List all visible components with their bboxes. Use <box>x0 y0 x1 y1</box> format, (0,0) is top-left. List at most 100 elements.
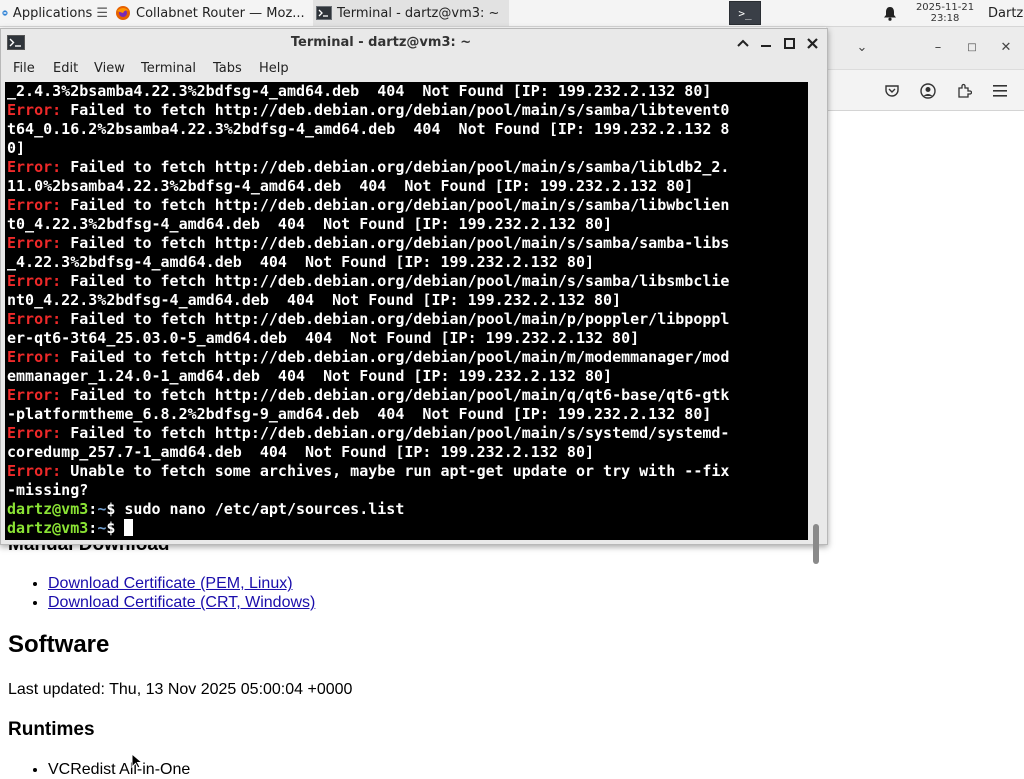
error-message: Failed to fetch http://deb.debian.org/de… <box>61 272 730 290</box>
download-crt-link[interactable]: Download Certificate (CRT, Windows) <box>48 594 315 611</box>
error-label: Error: <box>7 234 62 252</box>
error-line: Error: Failed to fetch http://deb.debian… <box>7 310 729 328</box>
error-line: Error: Failed to fetch http://deb.debian… <box>7 272 729 290</box>
error-message: Failed to fetch http://deb.debian.org/de… <box>61 101 730 119</box>
terminal-output[interactable]: _2.4.3%2bsamba4.22.3%2bdfsg-4_amd64.deb … <box>5 82 808 540</box>
clock-time: 23:18 <box>930 13 960 24</box>
shade-chevron-up-icon[interactable] <box>734 34 752 52</box>
output-line: t0_4.22.3%2bdfsg-4_amd64.deb 404 Not Fou… <box>7 215 613 233</box>
certificate-link-list: Download Certificate (PEM, Linux) Downlo… <box>8 574 315 612</box>
download-pem-link[interactable]: Download Certificate (PEM, Linux) <box>48 575 293 592</box>
error-label: Error: <box>7 310 62 328</box>
list-item: Download Certificate (PEM, Linux) <box>48 574 315 593</box>
terminal-titlebar[interactable]: Terminal - dartz@vm3: ~ <box>1 29 827 57</box>
error-label: Error: <box>7 386 62 404</box>
firefox-icon <box>116 6 130 20</box>
error-label: Error: <box>7 272 62 290</box>
prompt-line: dartz@vm3:~$ <box>7 519 134 537</box>
user-menu[interactable]: Dartz <box>984 0 1024 26</box>
list-item[interactable]: VCRedist All-in-One <box>48 760 190 779</box>
panel-clock[interactable]: 2025-11-21 23:18 <box>906 0 984 26</box>
error-label: Error: <box>7 196 62 214</box>
terminal-text: _2.4.3%2bsamba4.22.3%2bdfsg-4_amd64.deb … <box>5 82 808 538</box>
terminal-window: Terminal - dartz@vm3: ~ File Edit View T… <box>0 28 828 564</box>
software-heading: Software <box>8 631 110 658</box>
error-message: Failed to fetch http://deb.debian.org/de… <box>61 424 730 442</box>
minimize-icon[interactable] <box>757 34 775 52</box>
output-line: t64_0.16.2%2bsamba4.22.3%2bdfsg-4_amd64.… <box>7 120 730 138</box>
taskbar-item-label: Collabnet Router — Moz... <box>136 5 305 21</box>
error-label: Error: <box>7 158 62 176</box>
output-line: _4.22.3%2bdfsg-4_amd64.deb 404 Not Found… <box>7 253 594 271</box>
prompt-user: dartz@vm3 <box>7 519 89 537</box>
error-message: Failed to fetch http://deb.debian.org/de… <box>61 386 730 404</box>
output-line: er-qt6-3t64_25.03.0-5_amd64.deb 404 Not … <box>7 329 640 347</box>
taskbar-item-firefox[interactable]: Collabnet Router — Moz... <box>112 0 312 26</box>
runtimes-heading: Runtimes <box>8 719 95 740</box>
list-all-tabs-chevron-down-icon[interactable]: ⌄ <box>852 37 872 57</box>
error-line: Error: Failed to fetch http://deb.debian… <box>7 424 729 442</box>
prompt-directory: ~ <box>97 500 107 518</box>
menu-edit[interactable]: Edit <box>53 57 78 81</box>
text-cursor <box>124 519 134 536</box>
error-message: Failed to fetch http://deb.debian.org/de… <box>61 234 730 252</box>
taskbar-item-terminal[interactable]: Terminal - dartz@vm3: ~ <box>313 0 509 26</box>
output-line: -missing? <box>7 481 89 499</box>
error-message: Failed to fetch http://deb.debian.org/de… <box>61 158 730 176</box>
error-line: Error: Failed to fetch http://deb.debian… <box>7 386 729 404</box>
output-line: nt0_4.22.3%2bdfsg-4_amd64.deb 404 Not Fo… <box>7 291 622 309</box>
terminal-scrollbar[interactable] <box>809 82 823 564</box>
menu-tabs[interactable]: Tabs <box>213 57 242 81</box>
top-panel: Applications ☰ Collabnet Router — Moz...… <box>0 0 1024 27</box>
taskbar-item-label: Terminal - dartz@vm3: ~ <box>337 5 500 21</box>
mouse-pointer-icon <box>131 753 144 769</box>
error-line: Error: Failed to fetch http://deb.debian… <box>7 234 729 252</box>
prompt-user: dartz@vm3 <box>7 500 89 518</box>
prompt-command: sudo nano /etc/apt/sources.list <box>124 500 405 518</box>
error-line: Error: Failed to fetch http://deb.debian… <box>7 158 729 176</box>
user-name: Dartz <box>988 5 1024 21</box>
error-line: Error: Unable to fetch some archives, ma… <box>7 462 729 480</box>
prompt-line: dartz@vm3:~$ sudo nano /etc/apt/sources.… <box>7 500 405 518</box>
output-line: emmanager_1.24.0-1_amd64.deb 404 Not Fou… <box>7 367 613 385</box>
hamburger-menu-icon[interactable] <box>989 80 1011 102</box>
error-label: Error: <box>7 424 62 442</box>
error-label: Error: <box>7 101 62 119</box>
firefox-toolbar <box>826 70 1024 111</box>
output-line: _2.4.3%2bsamba4.22.3%2bdfsg-4_amd64.deb … <box>7 82 712 100</box>
webpage-content: Manual Download Download Certificate (PE… <box>0 534 1024 778</box>
extensions-icon[interactable] <box>953 80 975 102</box>
error-message: Failed to fetch http://deb.debian.org/de… <box>61 310 730 328</box>
output-line: coredump_257.7-1_amd64.deb 404 Not Found… <box>7 443 594 461</box>
menu-file[interactable]: File <box>13 57 35 81</box>
close-icon[interactable] <box>803 34 821 52</box>
output-line: 0] <box>7 139 26 157</box>
applications-label: Applications <box>12 5 93 21</box>
notifications-bell-icon[interactable] <box>880 0 900 26</box>
error-label: Error: <box>7 348 62 366</box>
menu-help[interactable]: Help <box>259 57 289 81</box>
terminal-launcher-icon: >_ <box>729 1 761 25</box>
error-message: Unable to fetch some archives, maybe run… <box>61 462 730 480</box>
menu-view[interactable]: View <box>94 57 125 81</box>
list-item: Download Certificate (CRT, Windows) <box>48 593 315 612</box>
applications-menu[interactable]: Applications ☰ <box>0 0 108 26</box>
window-title: Terminal - dartz@vm3: ~ <box>290 35 472 50</box>
pocket-icon[interactable] <box>881 80 903 102</box>
account-icon[interactable] <box>917 80 939 102</box>
error-label: Error: <box>7 462 62 480</box>
maximize-icon[interactable] <box>780 34 798 52</box>
terminal-launcher-button[interactable]: >_ <box>727 0 763 26</box>
output-line: 11.0%2bsamba4.22.3%2bdfsg-4_amd64.deb 40… <box>7 177 694 195</box>
error-message: Failed to fetch http://deb.debian.org/de… <box>61 348 730 366</box>
scrollbar-thumb[interactable] <box>813 524 819 564</box>
runtime-list: VCRedist All-in-One <box>8 760 190 779</box>
firefox-titlebar: ⌄ – □ ✕ <box>826 27 1024 70</box>
menu-terminal[interactable]: Terminal <box>141 57 196 81</box>
output-line: -platformtheme_6.8.2%2bdfsg-9_amd64.deb … <box>7 405 712 423</box>
terminal-menubar: File Edit View Terminal Tabs Help <box>1 57 827 81</box>
error-message: Failed to fetch http://deb.debian.org/de… <box>61 196 730 214</box>
minimize-icon[interactable]: – <box>928 37 948 57</box>
maximize-icon[interactable]: □ <box>962 37 982 57</box>
close-icon[interactable]: ✕ <box>996 37 1016 57</box>
